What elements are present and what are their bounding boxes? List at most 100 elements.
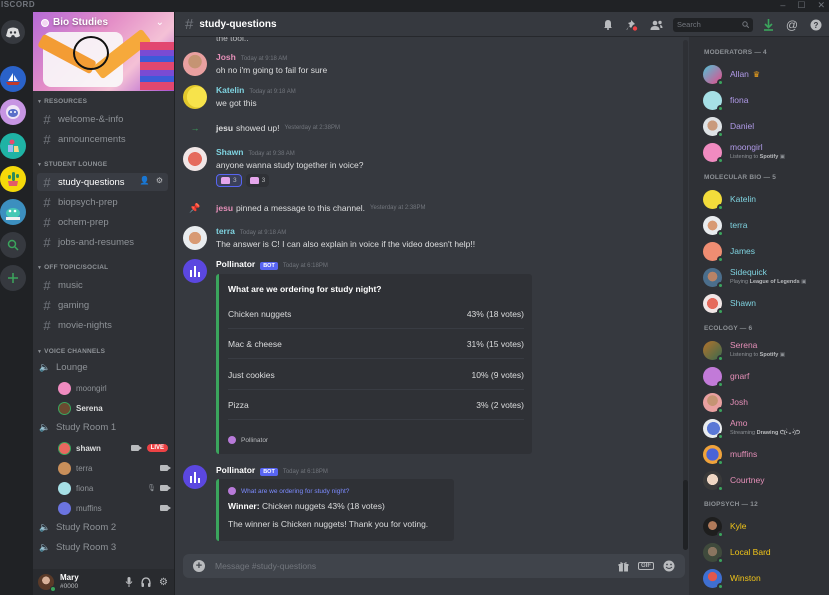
chevron-down-icon[interactable]: ⌄ [156,17,164,28]
member-josh[interactable]: Josh [703,391,825,414]
member-local-bard[interactable]: Local Bard [703,541,825,564]
member-daniel[interactable]: Daniel [703,115,825,138]
gear-icon[interactable]: ⚙ [156,176,163,185]
voice-channel-study-room-1[interactable]: 🔈 Study Room 1 [39,422,116,433]
voice-user-serena[interactable]: Serena [58,400,170,416]
microphone-icon[interactable] [125,577,133,587]
server-cactus[interactable] [0,166,26,192]
guild-header[interactable]: Bio Studies [41,17,108,28]
channel-announcements[interactable]: # announcements [37,130,168,148]
channel-movie-nights[interactable]: # movie-nights [37,316,168,334]
settings-gear-icon[interactable]: ⚙ [159,577,168,588]
poll-option[interactable]: Chicken nuggets 43% (18 votes) [228,299,524,329]
server-boat[interactable] [0,66,26,92]
category-student-lounge[interactable]: ▼ STUDENT LOUNGE [37,161,107,168]
bot-avatar[interactable] [183,259,207,283]
mentions-icon[interactable]: @ [783,16,801,34]
member-sidequick[interactable]: Sidequick Playing League of Legends ▣ [703,266,825,289]
message-scrollbar[interactable] [683,40,688,550]
home-button[interactable] [1,20,25,44]
member-amo[interactable]: Amo Streaming Drawing ᕦ(•̀⌄•́)ᕤ [703,417,825,440]
system-user[interactable]: jesu [216,203,233,213]
message-timestamp: Today at 6:18PM [282,469,328,475]
voice-user-moongirl[interactable]: moongirl [58,380,170,396]
member-gnarf[interactable]: gnarf [703,365,825,388]
gif-button[interactable]: GIF [638,562,654,570]
message-author[interactable]: Josh [216,52,236,62]
category-voice-channels[interactable]: ▼ VOICE CHANNELS [37,348,105,355]
emoji-smile-icon[interactable] [663,560,675,572]
avatar[interactable] [183,147,207,171]
message-composer[interactable]: + Message #study-questions GIF [183,554,685,578]
reaction-button[interactable]: 3 [245,174,270,187]
member-shawn[interactable]: Shawn [703,292,825,315]
member-winston[interactable]: Winston [703,567,825,590]
server-astronaut[interactable] [0,99,26,125]
channel-study-questions[interactable]: # study-questions 👤 ⚙ [37,173,168,191]
member-courtney[interactable]: Courtney [703,469,825,492]
help-icon[interactable]: ? [807,16,825,34]
poll-option[interactable]: Mac & cheese 31% (15 votes) [228,329,524,359]
category-resources[interactable]: ▼ RESOURCES [37,98,87,105]
live-badge[interactable]: LIVE [146,444,168,452]
attach-plus-icon[interactable]: + [193,560,205,572]
member-katelin[interactable]: Katelin [703,188,825,211]
user-avatar[interactable] [38,574,56,592]
channel-welcome-info[interactable]: # welcome-&-info [37,110,168,128]
channel-music[interactable]: # music [37,276,168,294]
message-author[interactable]: Pollinator [216,259,255,269]
voice-user-muffins[interactable]: muffins [58,500,171,516]
message-author[interactable]: Katelin [216,85,244,95]
download-icon[interactable] [759,16,777,34]
avatar[interactable] [183,85,207,109]
member-terra[interactable]: terra [703,214,825,237]
minimize-button[interactable]: – [780,0,785,11]
category-off-topic[interactable]: ▼ OFF TOPIC/SOCIAL [37,264,108,271]
member-muffins[interactable]: muffins [703,443,825,466]
system-user[interactable]: jesu [216,123,233,133]
search-input[interactable]: Search [673,17,753,32]
server-shopping[interactable] [0,133,26,159]
member-moongirl[interactable]: moongirl Listening to Spotify ▣ [703,141,825,164]
server-creature[interactable] [0,199,26,225]
reaction-button[interactable]: 3 [216,174,242,187]
bot-avatar[interactable] [183,465,207,489]
message-author[interactable]: Pollinator [216,465,255,475]
avatar[interactable] [183,226,207,250]
voice-channel-lounge[interactable]: 🔈 Lounge [39,362,88,373]
explore-button[interactable] [0,232,26,258]
voice-channel-study-room-2[interactable]: 🔈 Study Room 2 [39,522,116,533]
close-button[interactable]: ✕ [817,0,825,11]
channel-gaming[interactable]: # gaming [37,296,168,314]
poll-option[interactable]: Pizza 3% (2 votes) [228,390,524,420]
member-fiona[interactable]: fiona [703,89,825,112]
member-allan[interactable]: Allan ♛ [703,63,825,86]
guild-banner[interactable]: Bio Studies ⌄ [33,12,174,91]
invite-icon[interactable]: 👤 [140,176,150,185]
gift-icon[interactable] [618,561,629,572]
pinned-messages-icon[interactable] [623,16,641,34]
voice-user-fiona[interactable]: fiona 🎙 [58,480,171,496]
member-serena[interactable]: Serena Listening to Spotify ▣ [703,339,825,362]
voice-channel-study-room-3[interactable]: 🔈 Study Room 3 [39,542,116,553]
voice-user-terra[interactable]: terra [58,460,171,476]
avatar[interactable] [183,52,207,76]
channel-jobs-and-resumes[interactable]: # jobs-and-resumes [37,233,168,251]
voice-user-shawn[interactable]: shawn LIVE [58,440,170,456]
add-server-button[interactable] [0,265,26,291]
message-author[interactable]: terra [216,226,235,236]
result-question-link[interactable]: What are we ordering for study night? [228,487,349,495]
message-author[interactable]: Shawn [216,147,243,157]
maximize-button[interactable]: ☐ [797,0,805,11]
member-kyle[interactable]: Kyle [703,515,825,538]
avatar [703,64,724,86]
message-input[interactable]: Message #study-questions [215,561,618,571]
channel-ochem-prep[interactable]: # ochem-prep [37,213,168,231]
headphones-icon[interactable] [141,577,151,587]
channel-biopsych-prep[interactable]: # biopsych-prep [37,193,168,211]
member-list-icon[interactable] [647,16,665,34]
notification-bell-icon[interactable] [599,16,617,34]
poll-option[interactable]: Just cookies 10% (9 votes) [228,360,524,390]
member-james[interactable]: James [703,240,825,263]
scrollbar-thumb[interactable] [683,480,688,550]
